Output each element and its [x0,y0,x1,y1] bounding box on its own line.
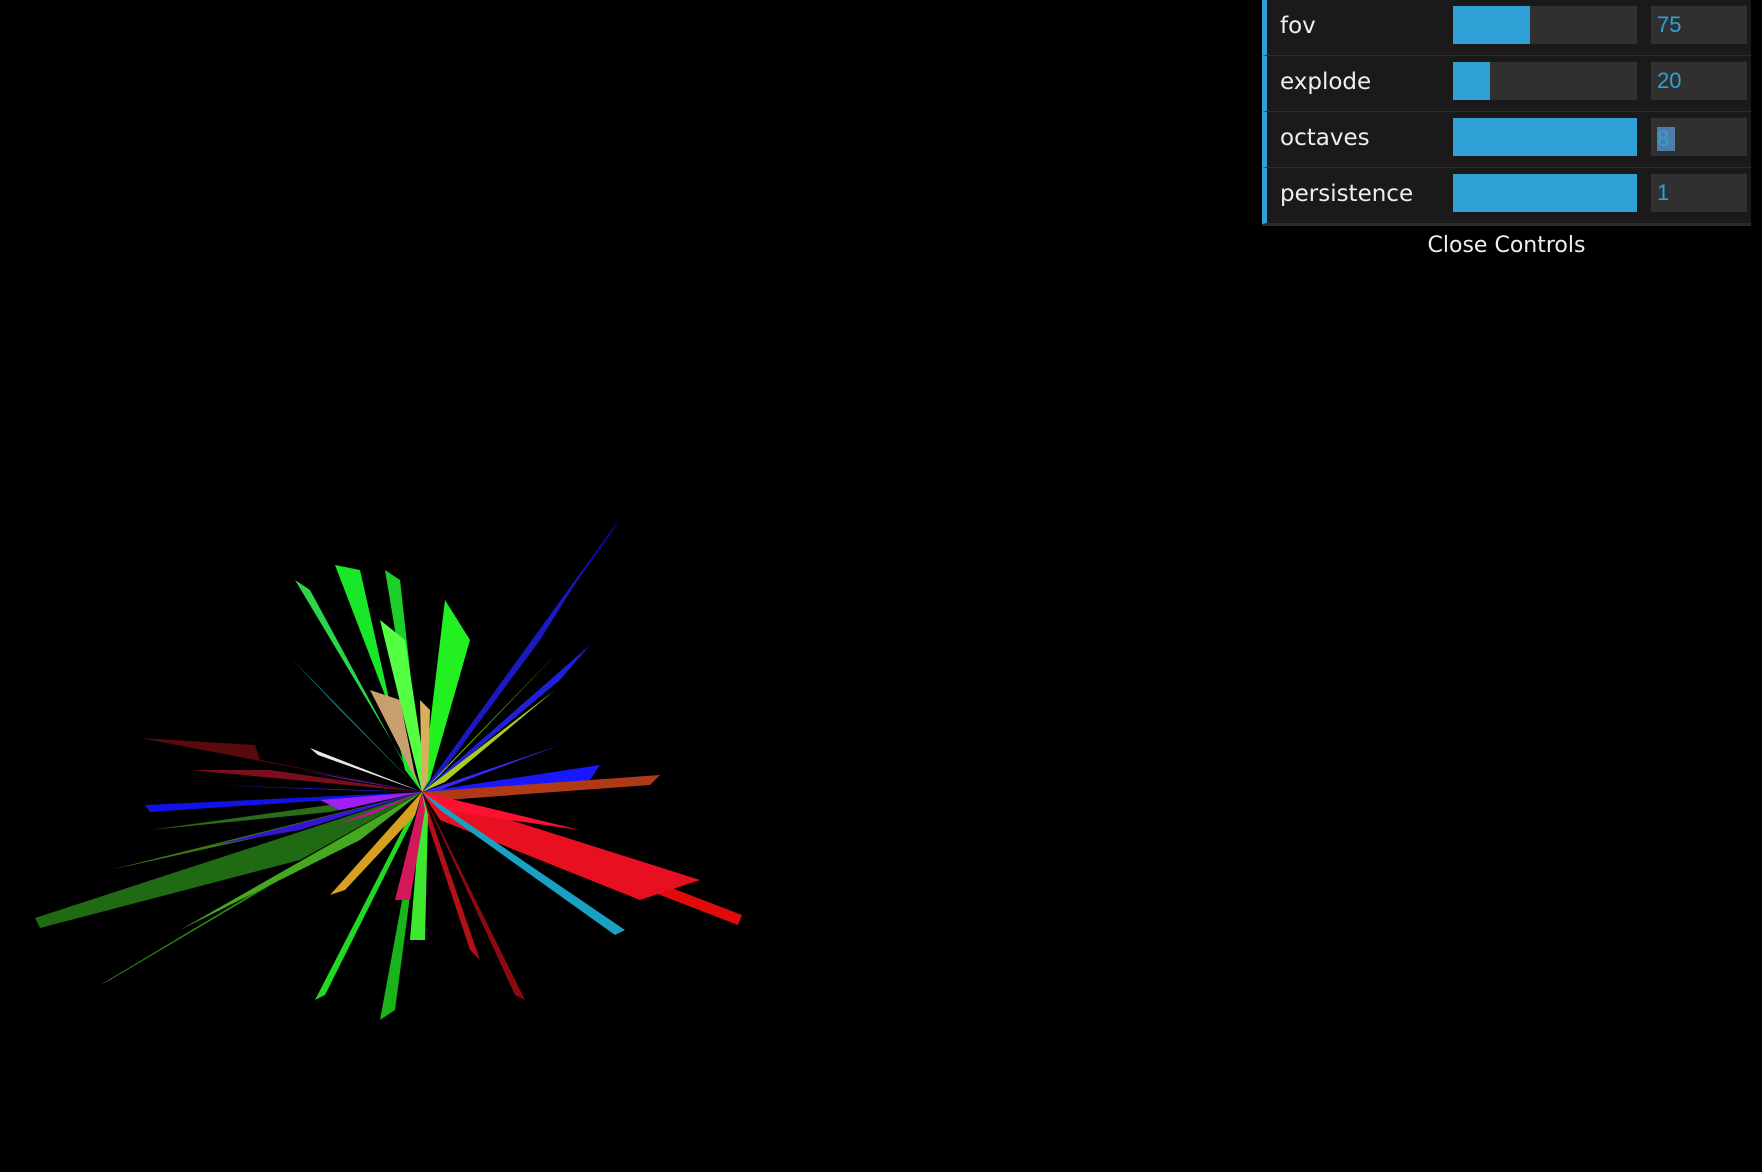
persistence-slider-fill [1453,174,1637,212]
control-label-persistence: persistence [1280,181,1414,207]
persistence-value-input[interactable] [1651,174,1747,212]
control-label-octaves: octaves [1280,125,1370,151]
fov-slider[interactable] [1453,6,1637,44]
fov-slider-fill [1453,6,1531,44]
control-row-octaves: octaves 8 [1262,112,1751,168]
control-label-fov: fov [1280,13,1316,39]
control-row-fov: fov [1262,0,1751,56]
explode-value-input[interactable] [1651,62,1747,100]
octaves-value-input[interactable] [1651,118,1747,156]
exploded-shard-burst [35,518,742,1020]
controls-panel: fov explode octaves 8 persistence Close … [1262,0,1751,268]
fov-value-input[interactable] [1651,6,1747,44]
close-controls-button[interactable]: Close Controls [1262,224,1751,268]
octaves-slider-fill [1453,118,1637,156]
control-label-explode: explode [1280,69,1372,95]
explode-slider[interactable] [1453,62,1637,100]
control-row-persistence: persistence [1262,168,1751,224]
persistence-slider[interactable] [1453,174,1637,212]
octaves-slider[interactable] [1453,118,1637,156]
control-row-explode: explode [1262,56,1751,112]
explode-slider-fill [1453,62,1490,100]
